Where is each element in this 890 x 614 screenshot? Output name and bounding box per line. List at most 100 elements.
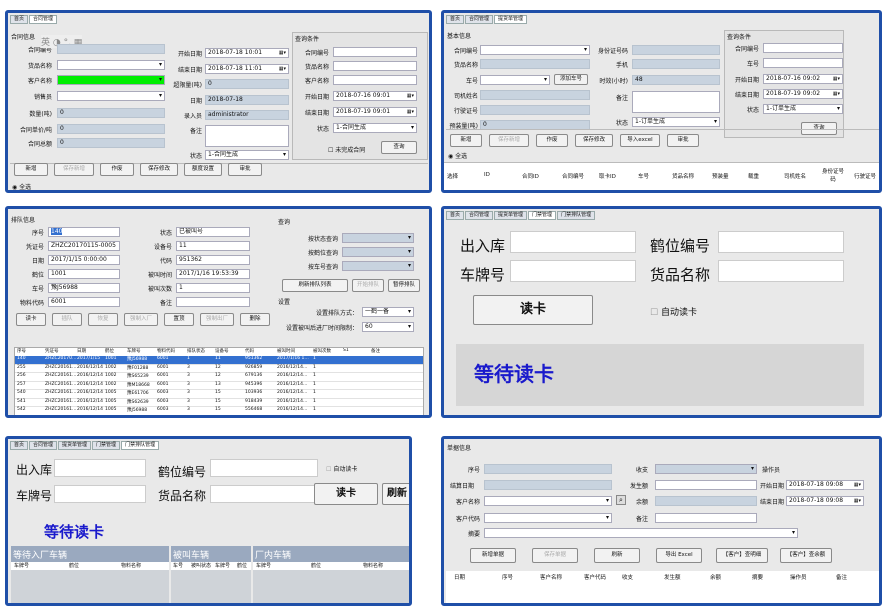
customer-code-select[interactable]	[484, 513, 612, 523]
select-all[interactable]: ◉ 全选	[448, 151, 467, 160]
plate-field[interactable]	[54, 485, 146, 503]
customer-balance-button[interactable]: 【客户】查余额	[780, 548, 832, 563]
save-new-button[interactable]: 保存新增	[54, 163, 94, 176]
tab-home[interactable]: 首页	[10, 15, 29, 24]
state-field[interactable]: 已被叫号	[176, 227, 250, 237]
query-button[interactable]: 查询	[381, 141, 417, 154]
mode-select[interactable]: 一鹤一备	[362, 307, 414, 317]
refresh-queue-button[interactable]: 刷新排队列表	[282, 279, 348, 292]
price-field[interactable]: 0	[57, 124, 165, 134]
customer-select[interactable]	[57, 75, 165, 85]
col-header[interactable]: 鹤位	[237, 562, 247, 569]
in-out-field[interactable]	[54, 459, 146, 477]
table-row[interactable]: 541 ZHZC20161… 2016/12/14 1005 豫S62639 6003 3 1…	[15, 399, 423, 407]
end-date[interactable]: 2018-07-18 09:08	[786, 496, 864, 506]
start-queue-button[interactable]: 开始排队	[352, 279, 384, 292]
contract-no-field[interactable]	[57, 44, 165, 54]
col-header[interactable]: 预装量	[712, 172, 729, 180]
add-car-button[interactable]: 添加车号	[554, 74, 588, 85]
auto-read-checkbox[interactable]: ☐ 自动读卡	[650, 305, 697, 318]
tab-contract[interactable]: 合同管理	[29, 15, 58, 24]
col-header[interactable]: 序号	[502, 573, 513, 581]
approve-button[interactable]: 审批	[228, 163, 262, 176]
col-header[interactable]: 客户代码	[584, 573, 606, 581]
col-header[interactable]: 日期	[454, 573, 465, 581]
col-header[interactable]: 物料名称	[363, 562, 383, 569]
q-status[interactable]: 1-合同生成	[333, 123, 417, 133]
income-select[interactable]	[655, 464, 757, 474]
col-header[interactable]: 选择	[447, 172, 458, 180]
q-status[interactable]: 1-订单生成	[763, 104, 843, 114]
tab-gate[interactable]: 门禁管理	[92, 441, 121, 450]
q-state-select[interactable]	[342, 233, 414, 243]
goods-field[interactable]	[210, 485, 318, 503]
code-field[interactable]: 951362	[176, 255, 250, 265]
table-row[interactable]: 140 ZHZC20170… 2017/1/15 1001 豫J56988 6001 1 11…	[15, 356, 423, 365]
col-header[interactable]: 车牌号	[215, 562, 230, 569]
driver-field[interactable]	[480, 90, 590, 100]
col-header[interactable]: 备注	[371, 348, 380, 354]
goods-select[interactable]	[57, 60, 165, 70]
pause-queue-button[interactable]: 暂停排队	[388, 279, 420, 292]
tab-delivery[interactable]: 提货单管理	[58, 441, 92, 450]
quota-button[interactable]: 额度设置	[184, 163, 222, 176]
col-header[interactable]: 排队状态	[187, 348, 205, 354]
col-header[interactable]: 操作员	[790, 573, 807, 581]
car-select[interactable]	[480, 75, 550, 85]
surplus-field[interactable]: 0	[205, 79, 289, 89]
col-header[interactable]: 物料代码	[157, 348, 175, 354]
col-header[interactable]: 被叫时间	[277, 348, 295, 354]
tab-home[interactable]: 首页	[10, 441, 29, 450]
limit-select[interactable]: 60	[362, 322, 414, 332]
called-count-field[interactable]: 1	[176, 283, 250, 293]
q-customer[interactable]	[333, 75, 417, 85]
col-header[interactable]: 收支	[622, 573, 633, 581]
tab-delivery[interactable]: 提货单管理	[494, 15, 528, 24]
seq-field[interactable]: 140	[48, 227, 120, 237]
col-header[interactable]: 车牌号	[256, 562, 271, 569]
col-header[interactable]: 备注	[836, 573, 847, 581]
refresh-button[interactable]: 刷新	[382, 483, 409, 505]
q-contract-no[interactable]	[763, 43, 843, 53]
col-header[interactable]: 合同编号	[562, 172, 584, 180]
table-row[interactable]: 542 ZHZC20161… 2016/12/14 1005 豫J56988 6003 3 1…	[15, 407, 423, 415]
col-header[interactable]: 车牌号	[127, 348, 141, 354]
col-header[interactable]: 货品名称	[672, 172, 694, 180]
new-bill-button[interactable]: 新增单据	[470, 548, 516, 563]
col-header[interactable]: 代码	[245, 348, 254, 354]
new-button[interactable]: 新增	[450, 134, 482, 147]
voucher-field[interactable]: ZHZC20170115-0005	[48, 241, 120, 251]
delete-button[interactable]: 删除	[240, 313, 270, 326]
tab-contract[interactable]: 合同管理	[465, 15, 494, 24]
tab-delivery[interactable]: 提货单管理	[494, 211, 528, 220]
col-header[interactable]: S1	[343, 348, 349, 353]
tab-contract[interactable]: 合同管理	[29, 441, 58, 450]
start-date[interactable]: 2018-07-18 10:01	[205, 48, 289, 58]
save-new-button[interactable]: 保存新增	[489, 134, 529, 147]
car-field[interactable]: 豫J56988	[48, 283, 120, 293]
device-field[interactable]: 11	[176, 241, 250, 251]
table-row[interactable]: 256 ZHZC20161… 2016/12/14 1002 豫S65239 6001 3 1…	[15, 373, 423, 382]
col-header[interactable]: 余额	[710, 573, 721, 581]
select-all[interactable]: ◉ 全选	[12, 182, 31, 190]
license-field[interactable]	[480, 105, 590, 115]
import-excel-button[interactable]: 导入excel	[620, 134, 660, 147]
q-car-select[interactable]	[342, 261, 414, 271]
table-row[interactable]: 540 ZHZC20161… 2016/12/14 1005 豫E61706 6003 3 1…	[15, 390, 423, 399]
col-header[interactable]: 载重	[748, 172, 759, 180]
plate-field[interactable]	[510, 260, 636, 282]
end-date[interactable]: 2018-07-18 11:01	[205, 64, 289, 74]
col-header[interactable]: 发生额	[664, 573, 681, 581]
customer-detail-button[interactable]: 【客户】查明细	[716, 548, 768, 563]
hours-field[interactable]: 48	[632, 75, 720, 85]
contract-select[interactable]	[480, 45, 590, 55]
material-field[interactable]: 6001	[48, 297, 120, 307]
tab-contract[interactable]: 合同管理	[465, 211, 494, 220]
remark-field[interactable]	[655, 513, 757, 523]
crane-field[interactable]: 1001	[48, 269, 120, 279]
goods-field[interactable]	[480, 59, 590, 69]
tab-home[interactable]: 首页	[446, 15, 465, 24]
col-header[interactable]: 合同ID	[522, 172, 539, 180]
called-time-field[interactable]: 2017/1/16 19:53:39	[176, 269, 250, 279]
auto-read-checkbox[interactable]: ☐ 自动读卡	[326, 464, 357, 473]
